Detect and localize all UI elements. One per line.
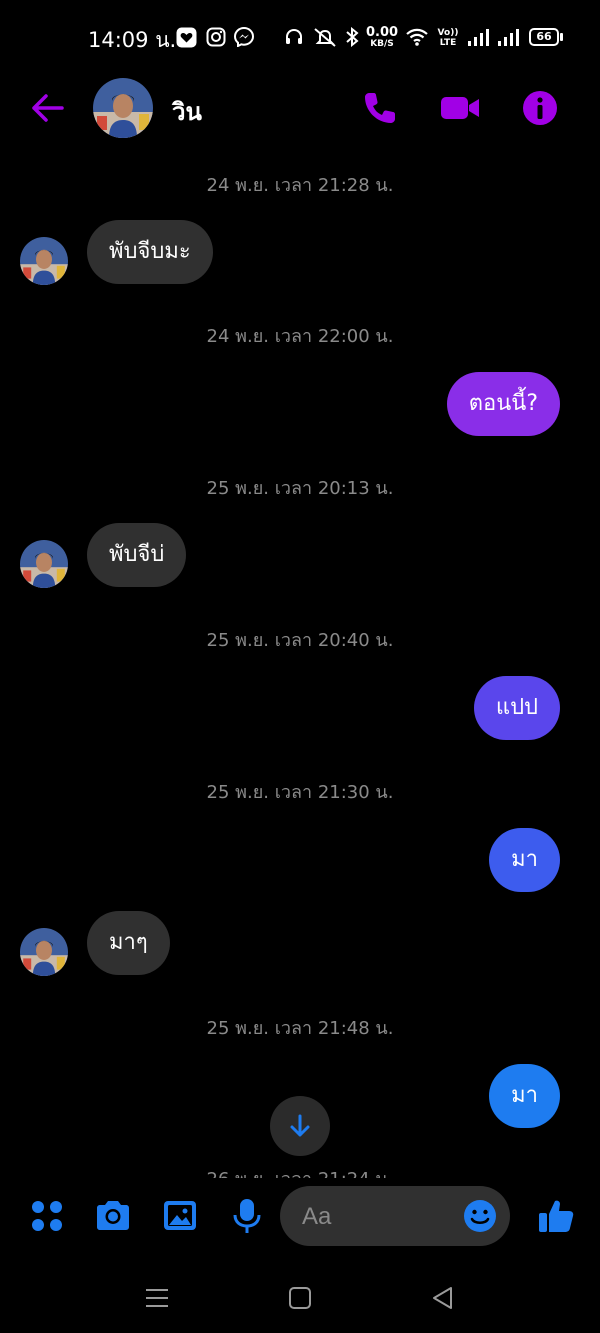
emoji-button[interactable] — [462, 1198, 498, 1234]
more-actions-button[interactable] — [27, 1196, 67, 1236]
contact-avatar[interactable] — [93, 78, 153, 138]
network-speed-value: 0.00 — [366, 25, 399, 40]
timestamp: 25 พ.ย. เวลา 20:40 น. — [206, 630, 394, 651]
outgoing-message[interactable]: มา — [489, 828, 560, 892]
recent-apps-button[interactable] — [143, 1284, 171, 1312]
battery-indicator: 66 — [529, 28, 559, 46]
scroll-to-bottom-button[interactable] — [270, 1096, 330, 1156]
volte-indicator: Vo)) LTE — [436, 28, 460, 48]
back-button[interactable] — [28, 90, 68, 126]
arrow-left-icon — [32, 94, 64, 122]
messenger-icon — [233, 26, 255, 51]
info-icon — [523, 91, 557, 125]
chat-header: วิน — [0, 78, 600, 148]
like-button[interactable] — [536, 1196, 576, 1236]
mute-bell-icon — [312, 27, 338, 51]
incoming-message[interactable]: พับจีบ่ — [87, 523, 187, 587]
outgoing-message[interactable]: ตอนนี้? — [446, 372, 560, 436]
bluetooth-icon — [345, 26, 359, 51]
timestamp: 24 พ.ย. เวลา 22:00 น. — [206, 326, 394, 347]
microphone-icon — [233, 1199, 261, 1233]
gallery-button[interactable] — [160, 1196, 200, 1236]
contact-name[interactable]: วิน — [172, 92, 202, 131]
sender-avatar[interactable] — [20, 928, 68, 976]
outgoing-message[interactable]: มา — [489, 1064, 560, 1128]
triangle-back-icon — [433, 1287, 452, 1309]
headset-icon — [284, 27, 304, 51]
incoming-message[interactable]: มาๆ — [87, 911, 170, 975]
incoming-message[interactable]: พับจีบมะ — [87, 220, 213, 284]
info-button[interactable] — [520, 88, 560, 128]
avatar-image — [93, 78, 153, 138]
wifi-icon — [405, 27, 429, 51]
video-camera-icon — [441, 97, 479, 119]
avatar-image — [20, 237, 68, 285]
timestamp: 26 พ.ย. เวลา 21:24 น. — [0, 1164, 600, 1178]
volte-top: Vo)) — [437, 28, 459, 38]
network-speed: 0.00 KB/S — [366, 26, 398, 49]
square-icon — [289, 1287, 311, 1309]
timestamp: 25 พ.ย. เวลา 21:30 น. — [206, 782, 394, 803]
timestamp: 25 พ.ย. เวลา 20:13 น. — [206, 478, 394, 499]
message-input-box[interactable] — [280, 1186, 510, 1248]
system-navigation-bar — [0, 1268, 600, 1333]
sender-avatar[interactable] — [20, 237, 68, 285]
video-call-button[interactable] — [440, 88, 480, 128]
call-button[interactable] — [360, 88, 400, 128]
timestamp: 24 พ.ย. เวลา 21:28 น. — [206, 175, 394, 196]
camera-icon — [97, 1201, 129, 1230]
status-bar: 14:09 น. 0.00 KB/S Vo)) LTE 66 — [0, 0, 600, 78]
back-nav-button[interactable] — [429, 1284, 457, 1312]
message-list[interactable]: 24 พ.ย. เวลา 21:28 น. พับจีบมะ 24 พ.ย. เ… — [0, 148, 600, 1178]
arrow-down-icon — [290, 1114, 310, 1137]
network-speed-unit: KB/S — [370, 39, 394, 49]
thumbs-up-icon — [539, 1200, 574, 1232]
battery-tip — [560, 33, 563, 41]
menu-lines-icon — [146, 1289, 168, 1307]
smiley-icon — [464, 1200, 496, 1232]
image-icon — [164, 1201, 196, 1230]
signal-bars-icon — [467, 27, 491, 51]
avatar-image — [20, 540, 68, 588]
instagram-icon — [206, 27, 226, 51]
timestamp: 25 พ.ย. เวลา 21:48 น. — [206, 1018, 394, 1039]
signal-bars-2-icon — [497, 27, 521, 51]
message-composer — [0, 1178, 600, 1258]
heart-app-icon — [176, 27, 197, 52]
avatar-image — [20, 928, 68, 976]
message-input[interactable] — [300, 1186, 464, 1248]
phone-icon — [365, 93, 395, 123]
voice-message-button[interactable] — [227, 1196, 267, 1236]
volte-bottom: LTE — [439, 38, 457, 48]
outgoing-message[interactable]: แปป — [473, 676, 560, 740]
camera-button[interactable] — [93, 1196, 133, 1236]
four-dots-icon — [32, 1201, 62, 1231]
home-button[interactable] — [286, 1284, 314, 1312]
messenger-chat-screen: 14:09 น. 0.00 KB/S Vo)) LTE 66 วิน 24 พ.… — [0, 0, 600, 1333]
status-time: 14:09 น. — [88, 28, 177, 52]
sender-avatar[interactable] — [20, 540, 68, 588]
